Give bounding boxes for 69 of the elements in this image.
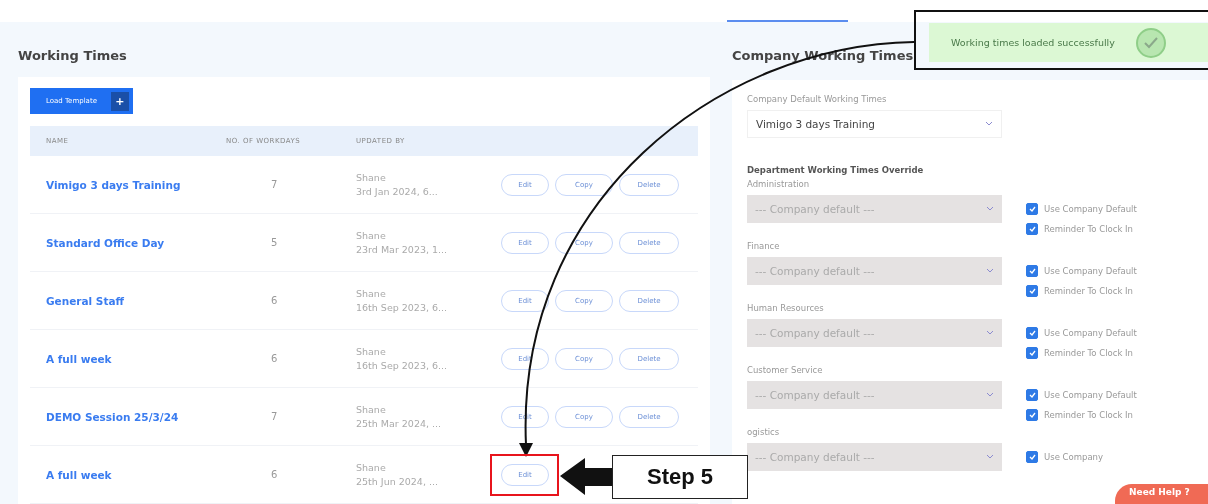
table-cell-text: 6 bbox=[270, 295, 279, 306]
chevron-down-icon bbox=[986, 392, 994, 398]
checkbox[interactable] bbox=[1026, 265, 1038, 277]
template-name-link[interactable]: General Staff bbox=[46, 294, 226, 307]
arrow-icon bbox=[560, 458, 612, 495]
table-cell-text: 7 bbox=[270, 411, 279, 422]
department-select[interactable]: --- Company default --- bbox=[747, 257, 1002, 285]
checkbox[interactable] bbox=[1026, 409, 1038, 421]
highlight-frame bbox=[490, 454, 559, 496]
department-label: Administration bbox=[747, 179, 811, 189]
department-label: ogistics bbox=[747, 427, 781, 437]
step-callout: Step 5 bbox=[612, 455, 748, 499]
chevron-down-icon bbox=[986, 268, 994, 274]
help-button[interactable]: Need Help ? bbox=[1115, 484, 1208, 504]
plus-icon: + bbox=[110, 91, 129, 111]
checkbox-label: Use Company Default bbox=[1044, 204, 1137, 214]
department-select[interactable]: --- Company default --- bbox=[747, 195, 1002, 223]
chevron-down-icon bbox=[986, 206, 994, 212]
checkbox-label: Reminder To Clock In bbox=[1044, 286, 1133, 296]
checkbox[interactable] bbox=[1026, 223, 1038, 235]
subsection-title: Department Working Times Override bbox=[747, 165, 925, 175]
table-cell-text: 7 bbox=[270, 179, 279, 190]
updated-by-name: Shane bbox=[356, 230, 387, 241]
template-name-link[interactable]: Standard Office Day bbox=[46, 236, 226, 249]
checkbox[interactable] bbox=[1026, 327, 1038, 339]
chevron-down-icon bbox=[986, 330, 994, 336]
checkbox[interactable] bbox=[1026, 389, 1038, 401]
checkbox[interactable] bbox=[1026, 203, 1038, 215]
checkbox[interactable] bbox=[1026, 285, 1038, 297]
department-label: Human Resources bbox=[747, 303, 825, 313]
checkbox-label: Reminder To Clock In bbox=[1044, 348, 1133, 358]
check-icon bbox=[1134, 26, 1167, 59]
checkbox[interactable] bbox=[1026, 347, 1038, 359]
table-cell-text: 5 bbox=[270, 237, 279, 248]
checkbox-label: Reminder To Clock In bbox=[1044, 224, 1133, 234]
checkbox-label: Reminder To Clock In bbox=[1044, 410, 1133, 420]
department-select[interactable]: --- Company default --- bbox=[747, 381, 1002, 409]
chevron-down-icon bbox=[985, 121, 993, 127]
updated-by-name: Shane bbox=[356, 172, 387, 183]
updated-date: 16th Sep 2023, 6... bbox=[356, 360, 449, 371]
updated-date: 23rd Mar 2023, 1... bbox=[356, 244, 449, 255]
updated-by-name: Shane bbox=[356, 462, 387, 473]
updated-by-name: Shane bbox=[356, 404, 387, 415]
toast-message: Working times loaded successfully bbox=[951, 37, 1115, 48]
department-select[interactable]: --- Company default --- bbox=[747, 443, 1002, 471]
updated-by-name: Shane bbox=[356, 288, 387, 299]
updated-by-name: Shane bbox=[356, 346, 387, 357]
template-name-link[interactable]: A full week bbox=[46, 468, 226, 481]
checkbox-label: Use Company Default bbox=[1044, 390, 1137, 400]
checkbox-label: Use Company Default bbox=[1044, 266, 1137, 276]
template-name-link[interactable]: A full week bbox=[46, 352, 226, 365]
table-cell-text: 6 bbox=[270, 353, 279, 364]
department-label: Customer Service bbox=[747, 365, 824, 375]
updated-date: 16th Sep 2023, 6... bbox=[356, 302, 449, 313]
field-label: Company Default Working Times bbox=[747, 94, 888, 104]
template-name-link[interactable]: Vimigo 3 days Training bbox=[46, 178, 226, 191]
updated-date: 25th Jun 2024, ... bbox=[356, 476, 439, 487]
department-label: Finance bbox=[747, 241, 781, 251]
updated-date: 3rd Jan 2024, 6... bbox=[356, 186, 439, 197]
template-name-link[interactable]: DEMO Session 25/3/24 bbox=[46, 410, 226, 423]
chevron-down-icon bbox=[986, 454, 994, 460]
default-select[interactable]: Vimigo 3 days Training bbox=[747, 110, 1002, 138]
updated-date: 25th Mar 2024, ... bbox=[356, 418, 443, 429]
department-select[interactable]: --- Company default --- bbox=[747, 319, 1002, 347]
checkbox-label: Use Company bbox=[1044, 452, 1104, 462]
table-cell-text: 6 bbox=[270, 469, 279, 480]
checkbox-label: Use Company Default bbox=[1044, 328, 1137, 338]
checkbox[interactable] bbox=[1026, 451, 1038, 463]
section-title: Working Times bbox=[17, 47, 127, 65]
